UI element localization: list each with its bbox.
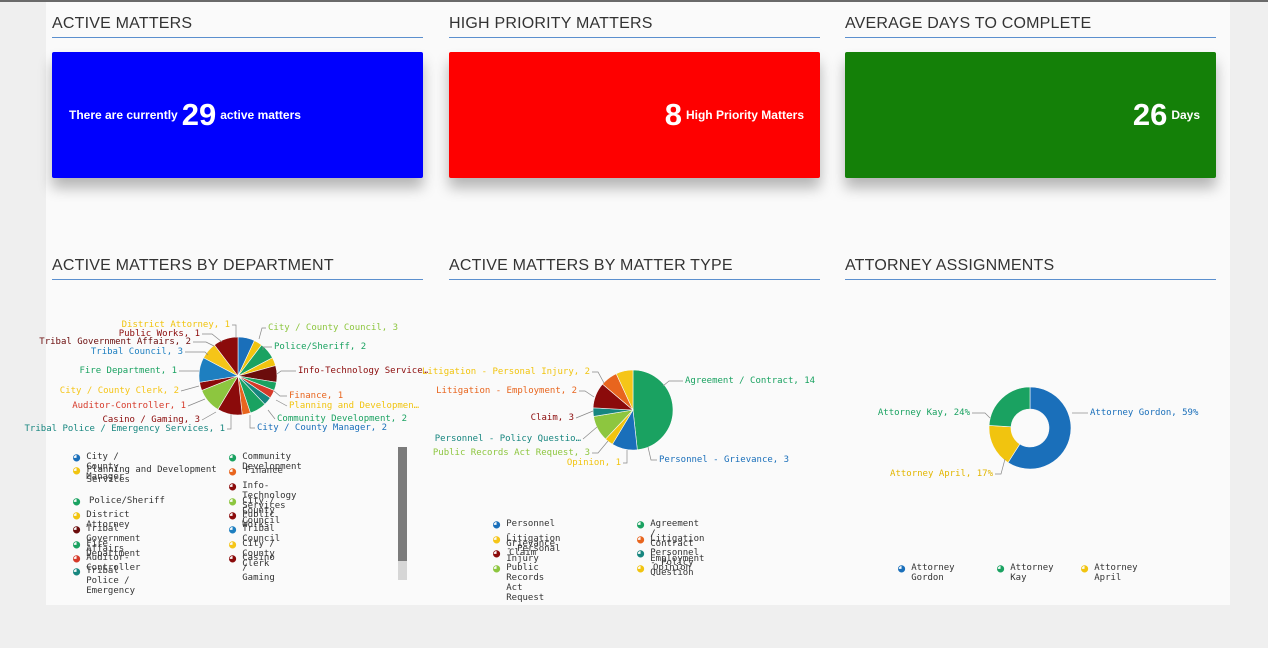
legend-item[interactable]: ◕ Police/Sheriff bbox=[73, 494, 165, 508]
legend-marker-icon: ◕ bbox=[73, 450, 81, 464]
legend-label: Planning and Development Services bbox=[86, 465, 217, 485]
legend-item[interactable]: ◕ Claim bbox=[493, 546, 537, 560]
legend-marker-icon: ◕ bbox=[637, 517, 645, 531]
pie-slice-attorney-kay[interactable] bbox=[988, 386, 1031, 428]
legend-marker-icon: ◕ bbox=[73, 508, 81, 522]
legend-item[interactable]: ◕ Casino / Gaming bbox=[229, 551, 278, 583]
legend-label: Casino / Gaming bbox=[242, 553, 275, 583]
legend-item[interactable]: ◕ Tribal Police / Emergency bbox=[73, 564, 138, 596]
leader-line bbox=[995, 458, 1006, 475]
legend-item[interactable]: ◕ Public Records Act Request bbox=[493, 561, 547, 603]
legend-marker-icon: ◕ bbox=[73, 537, 81, 551]
data-label: Attorney Kay, 24% bbox=[878, 408, 971, 418]
legend-item[interactable]: ◕ Planning and Development Services bbox=[73, 463, 223, 485]
legend-item[interactable]: ◕ Opinion bbox=[637, 561, 691, 575]
legend-marker-icon: ◕ bbox=[73, 564, 81, 578]
legend-marker-icon: ◕ bbox=[229, 450, 237, 464]
legend-marker-icon: ◕ bbox=[73, 494, 81, 508]
legend-marker-icon: ◕ bbox=[493, 517, 501, 531]
legend-scrollbar-thumb[interactable] bbox=[398, 447, 407, 561]
legend-label: Claim bbox=[509, 548, 537, 558]
data-label: Attorney April, 17% bbox=[890, 469, 994, 479]
legend-marker-icon: ◕ bbox=[493, 546, 501, 560]
legend-marker-icon: ◕ bbox=[1081, 561, 1089, 575]
legend-marker-icon: ◕ bbox=[229, 494, 237, 508]
legend-marker-icon: ◕ bbox=[229, 508, 237, 522]
legend-marker-icon: ◕ bbox=[229, 537, 237, 551]
leader-line bbox=[972, 412, 991, 419]
legend-marker-icon: ◕ bbox=[229, 479, 237, 493]
legend-marker-icon: ◕ bbox=[229, 522, 237, 536]
legend-label: Tribal Police / Emergency bbox=[86, 566, 136, 596]
legend-marker-icon: ◕ bbox=[73, 463, 81, 477]
legend-item[interactable]: ◕ Attorney Kay bbox=[997, 561, 1056, 583]
legend-marker-icon: ◕ bbox=[73, 551, 81, 565]
legend-marker-icon: ◕ bbox=[229, 551, 237, 565]
legend-label: Finance bbox=[245, 466, 283, 476]
legend-label: Public Records Act Request bbox=[506, 563, 545, 603]
attorney-donut-chart[interactable]: Attorney Kay, 24% Attorney Gordon, 59% Att… bbox=[0, 0, 1268, 648]
legend-label: Attorney April bbox=[1094, 563, 1138, 583]
legend-label: Opinion bbox=[653, 563, 691, 573]
legend-marker-icon: ◕ bbox=[73, 522, 81, 536]
legend-item[interactable]: ◕ Attorney Gordon bbox=[898, 561, 957, 583]
legend-marker-icon: ◕ bbox=[637, 532, 645, 546]
legend-label: Attorney Gordon bbox=[911, 563, 955, 583]
legend-label: Police/Sheriff bbox=[89, 496, 165, 506]
data-label: Attorney Gordon, 59% bbox=[1090, 408, 1199, 418]
legend-marker-icon: ◕ bbox=[637, 561, 645, 575]
legend-label: Attorney Kay bbox=[1010, 563, 1054, 583]
legend-marker-icon: ◕ bbox=[493, 532, 501, 546]
legend-marker-icon: ◕ bbox=[229, 464, 237, 478]
legend-item[interactable]: ◕ Finance bbox=[229, 464, 283, 478]
legend-marker-icon: ◕ bbox=[898, 561, 906, 575]
legend-marker-icon: ◕ bbox=[493, 561, 501, 575]
legend-marker-icon: ◕ bbox=[637, 546, 645, 560]
legend-item[interactable]: ◕ Attorney April bbox=[1081, 561, 1140, 583]
legend-marker-icon: ◕ bbox=[997, 561, 1005, 575]
